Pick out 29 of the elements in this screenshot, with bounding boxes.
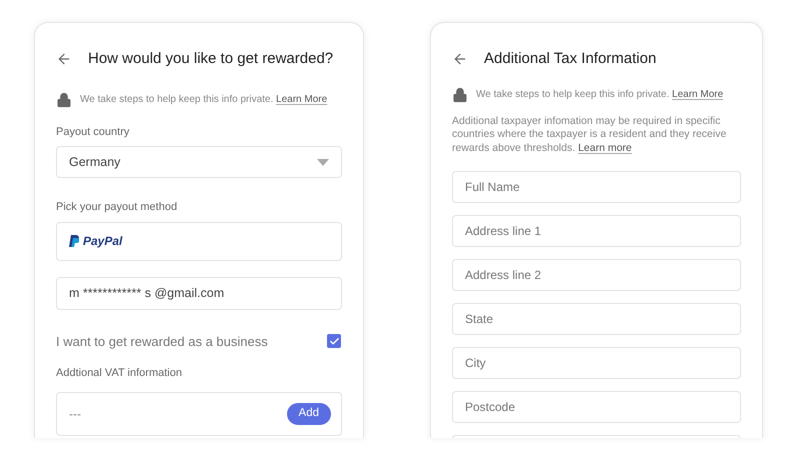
card-title: How would you like to get rewarded? bbox=[88, 49, 334, 69]
business-checkbox[interactable] bbox=[327, 334, 341, 348]
field-label: Addtional VAT information bbox=[56, 366, 183, 381]
text-field[interactable]: City bbox=[452, 347, 741, 379]
paypal-logo-icon bbox=[69, 235, 79, 247]
field-label: Payout country bbox=[56, 124, 130, 140]
text-field[interactable]: Postcode bbox=[452, 391, 741, 423]
check-icon bbox=[328, 336, 340, 347]
lock-icon bbox=[56, 92, 72, 108]
privacy-note: We take steps to help keep this info private. Learn More bbox=[476, 88, 724, 102]
field-label: Pick your payout method bbox=[56, 200, 178, 215]
country-select[interactable]: Germany bbox=[56, 146, 342, 178]
vat-field[interactable]: --- Add bbox=[56, 392, 342, 436]
payout-method-option[interactable]: PayPal bbox=[56, 222, 342, 260]
caret-icon bbox=[317, 158, 329, 166]
card-title: Additional Tax Information bbox=[484, 49, 656, 69]
lock-icon bbox=[452, 86, 468, 102]
learn-more-link[interactable]: Learn more bbox=[578, 142, 632, 154]
text-field[interactable]: State bbox=[452, 303, 741, 335]
privacy-note: We take steps to help keep this info private. Learn More bbox=[80, 93, 328, 107]
add-button[interactable]: Add bbox=[286, 402, 331, 424]
email-field[interactable]: m ************ s @gmail.com bbox=[56, 276, 342, 310]
tax-description: Additional taxpayer infomation may be required in specific countries where the taxpayer is a resident and they receive rewards above thresholds. Learn more bbox=[452, 114, 728, 155]
text-field[interactable]: Address line 1 bbox=[452, 215, 741, 247]
learn-more-link[interactable]: Learn More bbox=[672, 89, 724, 100]
business-label: I want to get rewarded as a business bbox=[56, 332, 268, 351]
text-field[interactable]: Address line 2 bbox=[452, 259, 741, 291]
text-field[interactable]: Full Name bbox=[452, 171, 741, 203]
learn-more-link[interactable]: Learn More bbox=[276, 94, 328, 105]
